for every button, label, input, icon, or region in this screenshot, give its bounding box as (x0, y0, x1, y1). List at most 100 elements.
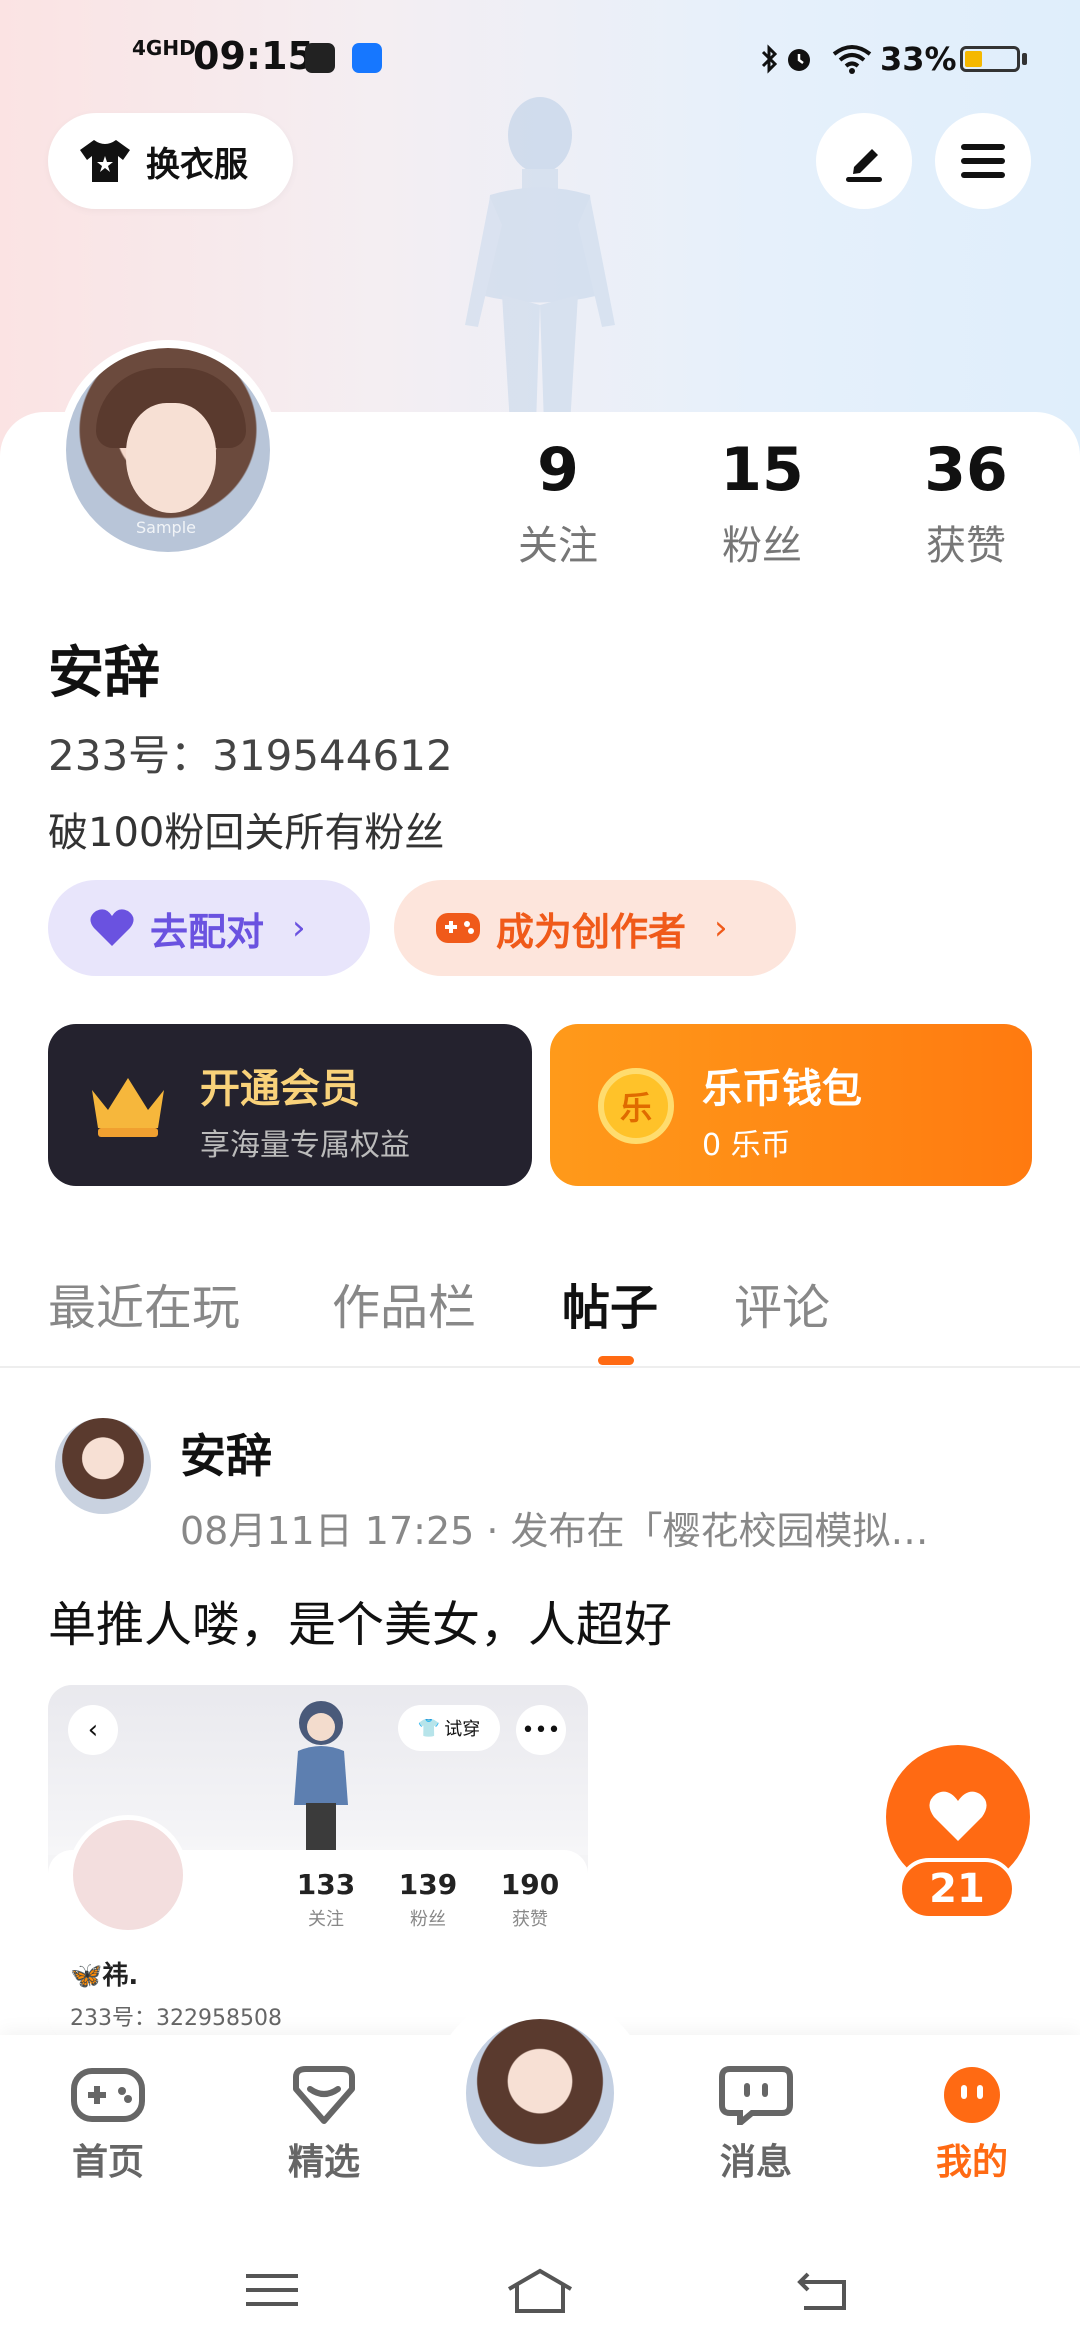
chevron-right-icon: › (292, 908, 306, 948)
post-meta[interactable]: 08月11日 17:25 · 发布在「樱花校园模拟… (180, 1500, 1040, 1555)
vip-subtitle: 享海量专属权益 (200, 1128, 410, 1163)
post-image-stat: 190 获赞 (480, 1868, 580, 1931)
post-image-avatar (68, 1815, 188, 1935)
profile-avatar[interactable]: Sample (58, 340, 278, 560)
more-dots-icon: ••• (516, 1705, 566, 1755)
stat-likes-count: 36 (924, 435, 1008, 505)
nav-me-label: 我的 (935, 2142, 1008, 2183)
post-author-name[interactable]: 安辞 (180, 1420, 272, 1486)
stat-following-count: 9 (537, 435, 579, 505)
pen-icon (846, 149, 882, 182)
tab-recently-played[interactable]: 最近在玩 (48, 1268, 240, 1338)
vip-title: 开通会员 (200, 1066, 360, 1112)
back-icon (797, 2272, 846, 2310)
nav-me[interactable]: 我的 (902, 2065, 1042, 2185)
post-image-stat-num: 190 (500, 1868, 560, 1901)
battery-percentage: 33% (880, 40, 957, 78)
nav-home-label: 首页 (71, 2142, 144, 2183)
recent-apps-button[interactable] (232, 2265, 312, 2315)
avatar-watermark: Sample (136, 518, 196, 537)
status-right-group: 33% (760, 38, 1040, 78)
post-text[interactable]: 单推人喽，是个美女，人超好 (48, 1585, 672, 1655)
alipay-notification-icon (352, 43, 382, 73)
battery-level-fill (965, 51, 982, 67)
home-button[interactable] (500, 2265, 580, 2315)
post-image-user-id: 233号：322958508 (70, 2006, 282, 2031)
profile-bio: 破100粉回关所有粉丝 (48, 810, 445, 856)
nav-messages-label: 消息 (719, 2142, 792, 2183)
3d-avatar-figure[interactable] (450, 95, 630, 425)
avatar-face (126, 403, 216, 513)
gamepad-icon (71, 2068, 145, 2122)
stat-likes[interactable]: 36 获赞 (876, 435, 1056, 571)
heart-icon (929, 1791, 987, 1841)
home-icon (507, 2268, 573, 2313)
post-author-avatar[interactable] (55, 1418, 151, 1514)
menu-lines-icon (246, 2274, 298, 2306)
status-time: 09:15 (193, 34, 314, 78)
go-pair-button[interactable]: 去配对 › (48, 880, 370, 976)
alarm-icon (788, 49, 810, 71)
try-on-label: 试穿 (444, 1719, 481, 1740)
cellular-signal-icon: 4GHD (132, 36, 196, 60)
change-outfit-button[interactable]: 换衣服 (48, 113, 293, 209)
active-tab-indicator (598, 1356, 634, 1365)
stat-following[interactable]: 9 关注 (468, 435, 648, 571)
back-button[interactable] (782, 2265, 862, 2315)
battery-icon (960, 46, 1020, 72)
tshirt-icon: 👕 (417, 1717, 441, 1739)
stat-followers[interactable]: 15 粉丝 (672, 435, 852, 571)
crown-icon (92, 1078, 164, 1137)
bluetooth-icon (761, 44, 778, 74)
like-count: 21 (898, 1858, 1016, 1920)
coin-wallet-card[interactable]: 乐 乐币钱包 0 乐币 (550, 1024, 1032, 1186)
go-pair-label: 去配对 (150, 909, 265, 954)
status-bar: 4GHD 09:15 33% (0, 0, 1080, 120)
post-image-stat: 133 关注 (276, 1868, 376, 1931)
post-image-stat-label: 关注 (308, 1909, 344, 1930)
tab-posts[interactable]: 帖子 (562, 1268, 658, 1338)
post-image-stat-num: 133 (296, 1868, 356, 1901)
nav-home[interactable]: 首页 (38, 2065, 178, 2185)
hamburger-menu-icon (961, 144, 1005, 178)
chat-icon (719, 2066, 793, 2130)
face-icon (944, 2067, 1000, 2123)
post-image-stat: 139 粉丝 (378, 1868, 478, 1931)
post-image-username: 🦋祎. (70, 1961, 139, 1991)
tab-works[interactable]: 作品栏 (332, 1268, 476, 1338)
profile-user-id: 233号：319544612 (48, 731, 453, 780)
heart-outline-icon (293, 2066, 355, 2124)
coin-icon: 乐 (598, 1068, 674, 1144)
change-outfit-label: 换衣服 (146, 144, 248, 185)
post-image[interactable]: ‹ 👕 试穿 ••• 133 关注 139 粉丝 190 获赞 🦋祎. 233号… (48, 1685, 588, 2040)
system-navigation-bar (0, 2235, 1080, 2340)
post-image-stat-label: 获赞 (512, 1909, 548, 1930)
wallet-title: 乐币钱包 (702, 1066, 862, 1112)
wallet-balance: 0 乐币 (702, 1128, 791, 1163)
tiktok-notification-icon (305, 43, 335, 73)
gamepad-icon (436, 913, 480, 943)
nav-messages[interactable]: 消息 (686, 2065, 826, 2185)
nav-featured-label: 精选 (287, 2142, 360, 2183)
try-on-badge: 👕 试穿 (398, 1705, 500, 1751)
nav-center-avatar[interactable] (462, 2015, 618, 2171)
back-arrow-icon: ‹ (68, 1705, 118, 1755)
post-image-stat-label: 粉丝 (410, 1909, 446, 1930)
wifi-icon (832, 45, 872, 74)
profile-tabs: 最近在玩 作品栏 帖子 评论 (0, 1258, 1080, 1368)
vip-membership-card[interactable]: 开通会员 享海量专属权益 (48, 1024, 532, 1186)
stat-followers-label: 粉丝 (722, 523, 802, 569)
post-image-character (294, 1701, 348, 1855)
edit-profile-button[interactable] (816, 113, 912, 209)
nav-featured[interactable]: 精选 (254, 2065, 394, 2185)
become-creator-button[interactable]: 成为创作者 › (394, 880, 796, 976)
menu-button[interactable] (935, 113, 1031, 209)
tshirt-icon (80, 140, 130, 182)
stat-likes-label: 获赞 (926, 523, 1006, 569)
stat-followers-count: 15 (720, 435, 804, 505)
tab-comments[interactable]: 评论 (734, 1268, 830, 1338)
chevron-right-icon: › (714, 908, 728, 948)
stat-following-label: 关注 (518, 523, 598, 569)
post-image-stat-num: 139 (398, 1868, 458, 1901)
profile-username: 安辞 (48, 641, 160, 706)
